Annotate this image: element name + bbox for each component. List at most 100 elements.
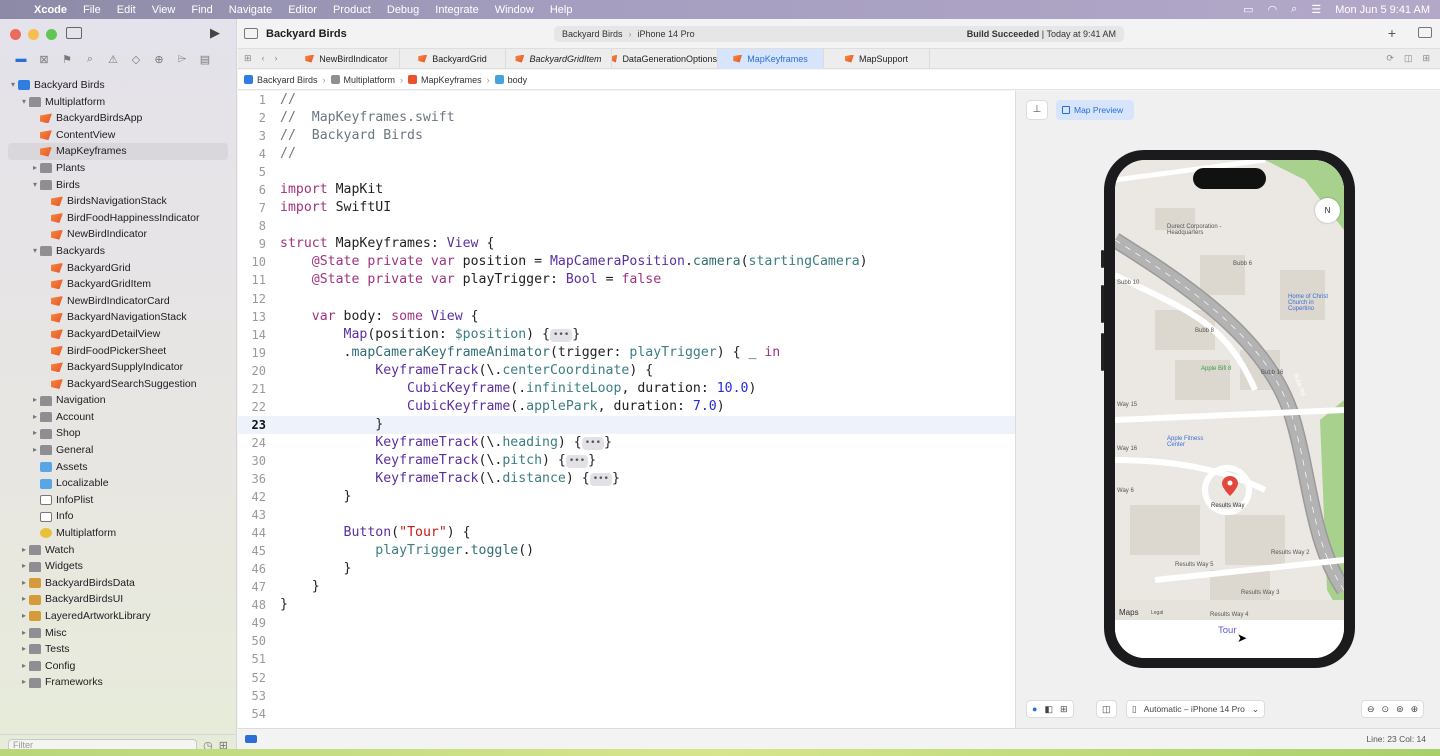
- legal-link[interactable]: Legal: [1151, 610, 1163, 616]
- line-number[interactable]: 30: [238, 452, 268, 470]
- line-number[interactable]: 1: [238, 91, 268, 109]
- disclosure-closed-icon[interactable]: ▸: [19, 575, 29, 592]
- jump-project[interactable]: Backyard Birds: [244, 75, 318, 85]
- code-line[interactable]: 42 }: [238, 488, 1015, 506]
- navigator-item[interactable]: ▸ LayeredArtworkLibrary: [0, 608, 236, 625]
- close-window-button[interactable]: [10, 29, 21, 40]
- line-number[interactable]: 11: [238, 271, 268, 289]
- navigator-item[interactable]: BackyardDetailView: [0, 326, 236, 343]
- navigator-item[interactable]: ▸ Shop: [0, 425, 236, 442]
- code-line[interactable]: 19 .mapCameraKeyframeAnimator(trigger: p…: [238, 344, 1015, 362]
- navigator-item[interactable]: BirdFoodHappinessIndicator: [0, 210, 236, 227]
- line-number[interactable]: 49: [238, 614, 268, 632]
- navigator-item[interactable]: BackyardSupplyIndicator: [0, 359, 236, 376]
- menu-integrate[interactable]: Integrate: [427, 4, 486, 16]
- disclosure-closed-icon[interactable]: ▸: [19, 625, 29, 642]
- folded-code-button[interactable]: •••: [565, 454, 589, 468]
- tab-mapkeyframes[interactable]: MapKeyframes: [718, 48, 824, 69]
- navigator-item[interactable]: ▸ General: [0, 442, 236, 459]
- navigator-item[interactable]: BackyardBirdsApp: [0, 110, 236, 127]
- code-line[interactable]: 50: [238, 632, 1015, 650]
- folder-icon[interactable]: ▬: [14, 53, 28, 66]
- grid-icon[interactable]: ⊞: [244, 53, 252, 64]
- disclosure-open-icon[interactable]: ▾: [19, 94, 29, 111]
- menu-find[interactable]: Find: [183, 4, 220, 16]
- line-number[interactable]: 10: [238, 253, 268, 271]
- minimize-window-button[interactable]: [28, 29, 39, 40]
- scheme-selector[interactable]: Backyard Birds: [562, 29, 623, 39]
- map-preview-tab[interactable]: Map Preview: [1056, 100, 1134, 120]
- line-number[interactable]: 52: [238, 669, 268, 687]
- disclosure-closed-icon[interactable]: ▸: [30, 442, 40, 459]
- line-number[interactable]: 13: [238, 308, 268, 326]
- tab-datagenerationoptions[interactable]: DataGenerationOptions: [612, 48, 718, 69]
- line-number[interactable]: 54: [238, 705, 268, 723]
- navigator-item[interactable]: ▸ Config: [0, 658, 236, 675]
- disclosure-closed-icon[interactable]: ▸: [30, 425, 40, 442]
- navigator-item[interactable]: Localizable: [0, 475, 236, 492]
- tab-backyardgriditem[interactable]: BackyardGridItem: [506, 48, 612, 69]
- code-line[interactable]: 9 struct MapKeyframes: View {: [238, 235, 1015, 253]
- back-icon[interactable]: ‹: [262, 53, 265, 64]
- navigator-item[interactable]: ▸ Navigation: [0, 392, 236, 409]
- code-line[interactable]: 46 }: [238, 560, 1015, 578]
- code-line[interactable]: 14 Map(position: $position) {•••}: [238, 326, 1015, 344]
- disclosure-closed-icon[interactable]: ▸: [19, 591, 29, 608]
- disclosure-open-icon[interactable]: ▾: [30, 243, 40, 260]
- zoom-window-button[interactable]: [46, 29, 57, 40]
- line-number[interactable]: 45: [238, 542, 268, 560]
- code-line[interactable]: 44 Button("Tour") {: [238, 524, 1015, 542]
- navigator-item[interactable]: ▸ Watch: [0, 542, 236, 559]
- line-number[interactable]: 21: [238, 380, 268, 398]
- destination-selector[interactable]: iPhone 14 Pro: [638, 29, 695, 39]
- disclosure-open-icon[interactable]: ▾: [8, 77, 18, 94]
- inspector-toggle-icon[interactable]: [1418, 27, 1432, 38]
- debug-area-toggle-icon[interactable]: [245, 735, 257, 743]
- pin-icon[interactable]: ⊥: [1026, 100, 1048, 120]
- code-line[interactable]: 51: [238, 650, 1015, 668]
- code-line[interactable]: 43: [238, 506, 1015, 524]
- line-number[interactable]: 6: [238, 181, 268, 199]
- run-button[interactable]: ▶: [210, 25, 220, 41]
- line-number[interactable]: 23: [238, 416, 268, 434]
- jump-group[interactable]: Multiplatform: [330, 75, 395, 85]
- code-line[interactable]: 3 // Backyard Birds: [238, 127, 1015, 145]
- line-number[interactable]: 5: [238, 163, 268, 181]
- navigator-item[interactable]: NewBirdIndicatorCard: [0, 293, 236, 310]
- add-editor-icon[interactable]: ⊞: [1422, 53, 1430, 64]
- line-number[interactable]: 36: [238, 470, 268, 488]
- menu-editor[interactable]: Editor: [280, 4, 325, 16]
- zoom-out-icon[interactable]: ⊖: [1367, 704, 1375, 715]
- navigator-item[interactable]: BirdsNavigationStack: [0, 193, 236, 210]
- line-number[interactable]: 50: [238, 632, 268, 650]
- navigator-item[interactable]: ▾ Backyard Birds: [0, 77, 236, 94]
- code-line[interactable]: 6 import MapKit: [238, 181, 1015, 199]
- navigator-item[interactable]: ▸ Misc: [0, 625, 236, 642]
- navigator-toggle-icon[interactable]: [244, 28, 258, 39]
- code-line[interactable]: 10 @State private var position = MapCame…: [238, 253, 1015, 271]
- code-line[interactable]: 30 KeyframeTrack(\.pitch) {•••}: [238, 452, 1015, 470]
- menu-navigate[interactable]: Navigate: [221, 4, 280, 16]
- tab-mapsupport[interactable]: MapSupport: [824, 48, 930, 69]
- code-line[interactable]: 8: [238, 217, 1015, 235]
- line-number[interactable]: 2: [238, 109, 268, 127]
- code-line[interactable]: 53: [238, 687, 1015, 705]
- issue-icon[interactable]: ⚠: [106, 53, 120, 66]
- line-number[interactable]: 9: [238, 235, 268, 253]
- navigator-item[interactable]: Multiplatform: [0, 525, 236, 542]
- navigator-item[interactable]: Info: [0, 508, 236, 525]
- navigator-item[interactable]: ▾ Backyards: [0, 243, 236, 260]
- menu-debug[interactable]: Debug: [379, 4, 427, 16]
- menu-window[interactable]: Window: [487, 4, 542, 16]
- jump-file[interactable]: MapKeyframes: [408, 75, 482, 85]
- code-line[interactable]: 47 }: [238, 578, 1015, 596]
- line-number[interactable]: 19: [238, 344, 268, 362]
- bookmark-icon[interactable]: ⚑: [60, 53, 74, 66]
- code-line[interactable]: 1 //: [238, 91, 1015, 109]
- device-settings-icon[interactable]: ◫: [1096, 700, 1117, 718]
- disclosure-closed-icon[interactable]: ▸: [19, 674, 29, 691]
- line-number[interactable]: 47: [238, 578, 268, 596]
- line-number[interactable]: 43: [238, 506, 268, 524]
- navigator-item[interactable]: ContentView: [0, 127, 236, 144]
- navigator-item[interactable]: Assets: [0, 459, 236, 476]
